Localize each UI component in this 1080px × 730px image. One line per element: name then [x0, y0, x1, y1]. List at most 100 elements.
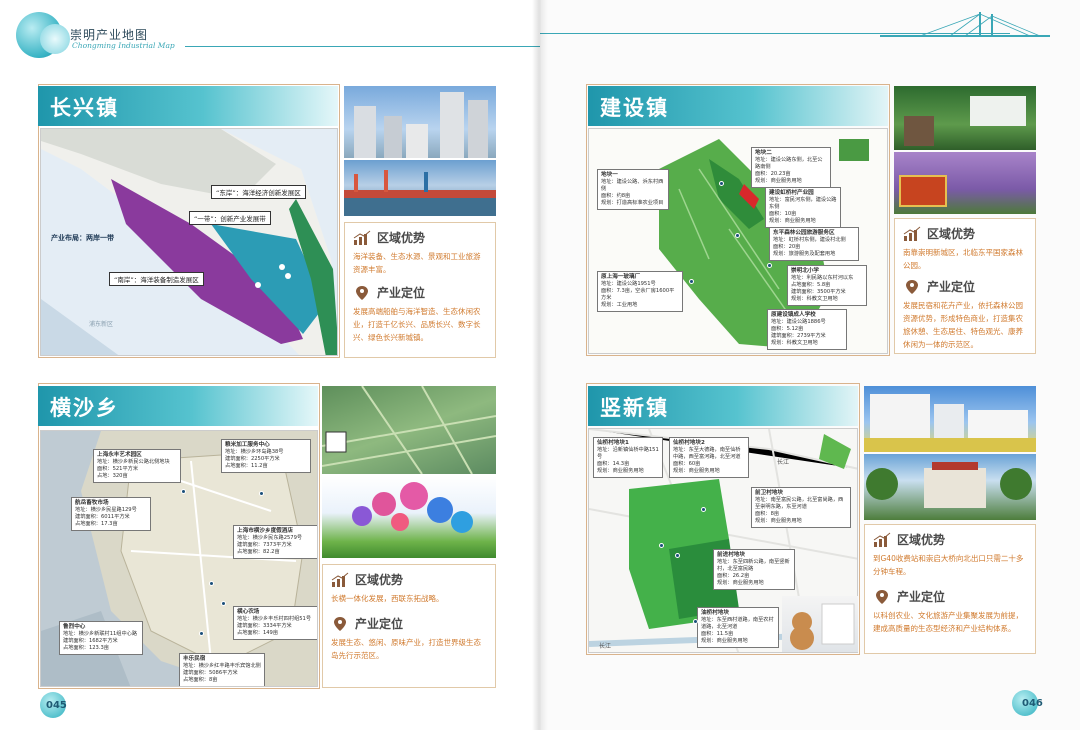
chart-icon [873, 532, 891, 547]
shuxin-advantage-text: 到G40收费站和崇启大桥向北出口只需二十多分钟车程。 [873, 554, 1024, 576]
hengsha-site-4: 横心农场 地址：横沙乡丰乐村四村组51号 建筑面积：3334平方米 占地面积：14… [233, 606, 317, 640]
hengsha-map: 上海永丰艺术园区 地址：横沙乡新民公路北侧地块 面积：521平方米 占地：320亩… [40, 430, 318, 687]
shuxin-site-1: 仙桥村地块2 地址：东至大德路，南至仙桥中路，西至富河路，北至河道 面积：60亩 … [669, 437, 749, 478]
right-page: 建设镇 地块一 地址：建设公路、浜东村西侧 面积：约8亩 规划：打造高标准农业项目… [540, 0, 1080, 730]
hengsha-site-marker [221, 601, 226, 606]
building-illustration [354, 92, 488, 158]
shuxin-site-0: 仙桥村地块1 地址：沿新镇仙桥中路151号 面积：14.3亩 规划：商业服务用地 [593, 437, 663, 478]
shuxin-building-photo [864, 454, 1036, 520]
left-page: 崇明产业地图 Chongming Industrial Map 长兴镇 “东岸”… [0, 0, 540, 730]
jianshe-advantage-heading: 区域优势 [903, 225, 1027, 242]
hengsha-flower-sculpture-photo [322, 476, 496, 558]
hengsha-site-2: 航岳畜牧市场 地址：横沙乡民星路129号 建筑面积：6011平方米 占地面积：17… [71, 497, 151, 531]
zone-label-belt: “一带”：创新产业发展带 [189, 211, 271, 225]
shuxin-info-card: 区域优势 到G40收费站和崇启大桥向北出口只需二十多分钟车程。 产业定位 以科创… [864, 524, 1036, 654]
shuxin-site-3: 前进村地块 地址：东至四新公路，南至竖新村，北至富民路 面积：26.2亩 规划：商… [713, 549, 795, 590]
shuxin-site-marker [693, 619, 698, 624]
factory-illustration [864, 394, 1036, 452]
jianshe-site-marker [735, 233, 740, 238]
shuxin-positioning-title: 产业定位 [897, 590, 946, 604]
changxing-advantage-text: 海洋装备、生态水源、景观和工业旅游资源丰富。 [353, 252, 481, 274]
changxing-port-photo [344, 160, 496, 216]
hengsha-positioning-heading: 产业定位 [331, 615, 487, 632]
chart-icon [331, 572, 349, 587]
jianshe-advantage-text: 南靠崇明新城区，北临东平国家森林公园。 [903, 248, 1023, 270]
zone-label-south: “南岸”：海洋装备制造发展区 [109, 272, 204, 286]
jianshe-site-marker [767, 263, 772, 268]
shuxin-site-2: 前卫村地块 地址：南至富民公路，北至富尚路，西至崇明东路，东至河道 面积：8亩 规… [751, 487, 851, 528]
hengsha-positioning-text: 发展生态、悠闲、原味产业，打造世界级生态岛先行示范区。 [331, 638, 481, 660]
jianshe-site-marker [719, 181, 724, 186]
shuxin-factory-photo [864, 386, 1036, 452]
changxing-positioning-text: 发展高端船舶与海洋智造、生态休闲农业，打造千亿长兴、品质长兴、数字长兴、绿色长兴… [353, 307, 481, 342]
location-pin-icon [906, 279, 918, 294]
jianshe-site-4: 崇明北小学 地址：利民路以东村河以东 占地面积：5.8亩 建筑面积：3500平方米… [787, 265, 867, 306]
hengsha-site-marker [259, 491, 264, 496]
park-gate-illustration [904, 96, 1026, 146]
hengsha-site-marker [199, 631, 204, 636]
hengsha-info-card: 区域优势 长横一体化发展，西联东拓战略。 产业定位 发展生态、悠闲、原味产业，打… [322, 564, 496, 688]
jianshe-site-6: 原建设镇成人学校 地址：建设公路1886号 面积：5.12亩 建筑面积：2739平… [767, 309, 847, 350]
flower-field-illustration [899, 175, 947, 207]
teddy-bear-illustration [790, 603, 855, 650]
shuxin-advantage-heading: 区域优势 [873, 531, 1027, 548]
shuxin-teddy-bear-photo [782, 596, 858, 652]
page-number-right: 046 [1022, 698, 1043, 709]
hengsha-site-3: 上海市横沙乡度假酒店 地址：横沙乡民东路2579号 建筑面积：7373平方米 占地… [233, 525, 317, 559]
changxing-positioning-title: 产业定位 [377, 286, 426, 300]
hengsha-site-marker [209, 581, 214, 586]
hengsha-advantage-title: 区域优势 [355, 573, 404, 587]
fields-illustration [322, 386, 496, 474]
location-pin-icon [356, 285, 368, 300]
shuxin-positioning-heading: 产业定位 [873, 588, 1027, 605]
bridge-icon [880, 12, 1050, 37]
shipyard-illustration [344, 170, 496, 216]
jianshe-banner: 建设镇 [588, 86, 888, 126]
shuxin-advantage-title: 区域优势 [897, 533, 946, 547]
shuxin-site-marker [701, 507, 706, 512]
jianshe-flower-field-photo [894, 152, 1036, 214]
hengsha-banner: 横沙乡 [38, 386, 318, 426]
changxing-city-photo [344, 86, 496, 158]
chart-icon [353, 230, 371, 245]
jianshe-positioning-title: 产业定位 [927, 280, 976, 294]
flower-sculpture-illustration [352, 482, 473, 533]
header-subtitle: Chongming Industrial Map [72, 41, 175, 50]
shuxin-site-marker [659, 543, 664, 548]
jianshe-site-5: 原上海一玻璃厂 地址：建设公路1951号 面积：7.3亩，空余厂房1600平方米 … [597, 271, 683, 312]
hengsha-positioning-title: 产业定位 [355, 617, 404, 631]
shuxin-positioning-text: 以科创农业、文化旅游产业集聚发展为前提，建成高质量的生态型经济和产业结构体系。 [873, 611, 1023, 633]
page-fold-shadow [532, 0, 548, 730]
chart-icon [903, 226, 921, 241]
hengsha-advantage-text: 长横一体化发展，西联东拓战略。 [331, 594, 444, 603]
changxing-advantage-title: 区域优势 [377, 231, 426, 245]
zone-label-east: “东岸”：海洋经济创新发展区 [211, 185, 306, 199]
jianshe-site-2: 建设虹桥村产业园 地址：富民河东侧，建设公路东侧 面积：10亩 规划：商业服务用地 [765, 187, 841, 228]
hengsha-site-1: 粮米加工服务中心 地址：横沙乡环岛路38号 建筑面积：2250平方米 占地面积：1… [221, 439, 311, 473]
river-label: 长江 [599, 643, 612, 650]
page-number-left: 045 [46, 700, 67, 711]
location-pin-icon [334, 616, 346, 631]
shuxin-site-4: 油桥村地块 地址：东至西村道路，南至农村道路，北至河道 面积：11.5亩 规划：商… [697, 607, 779, 648]
location-pin-icon [876, 589, 888, 604]
building-illustration [866, 462, 1032, 508]
jianshe-positioning-heading: 产业定位 [903, 278, 1027, 295]
header-rule [185, 46, 540, 47]
jianshe-site-3: 东平森林公园旅游服务区 地址：虹桥村东侧，建设村北侧 面积：20亩 规划：旅游服务… [769, 227, 859, 261]
hengsha-site-marker [181, 489, 186, 494]
jianshe-site-marker [689, 279, 694, 284]
changxing-positioning-heading: 产业定位 [353, 284, 487, 301]
changxing-map: “东岸”：海洋经济创新发展区 “一带”：创新产业发展带 “南岸”：海洋装备制造发… [40, 128, 338, 356]
river-label: 长江 [777, 459, 790, 466]
jianshe-advantage-title: 区域优势 [927, 227, 976, 241]
hengsha-site-5: 鲁烈中心 地址：横沙乡新联村11组中心路 建筑面积：1682平方米 占地面积：12… [59, 621, 143, 655]
hengsha-fields-photo [322, 386, 496, 474]
jianshe-park-gate-photo [894, 86, 1036, 150]
brand-logo-inner [40, 24, 70, 54]
jianshe-positioning-text: 发展民宿和花卉产业，依托森林公园资源优势，形成特色商业，打造集农旅休憩、生态居住… [903, 301, 1023, 349]
hengsha-site-6: 丰乐民宿 地址：横沙乡红丰路丰乐宾馆北侧 建筑面积：5086平方米 占地面积：8亩 [179, 653, 265, 686]
jianshe-info-card: 区域优势 南靠崇明新城区，北临东平国家森林公园。 产业定位 发展民宿和花卉产业，… [894, 218, 1036, 354]
jianshe-site-0: 地块一 地址：建设公路、浜东村西侧 面积：约8亩 规划：打造高标准农业项目 [597, 169, 669, 210]
layout-label: 产业布局：两岸一带 [51, 234, 114, 242]
changxing-advantage-heading: 区域优势 [353, 229, 487, 246]
